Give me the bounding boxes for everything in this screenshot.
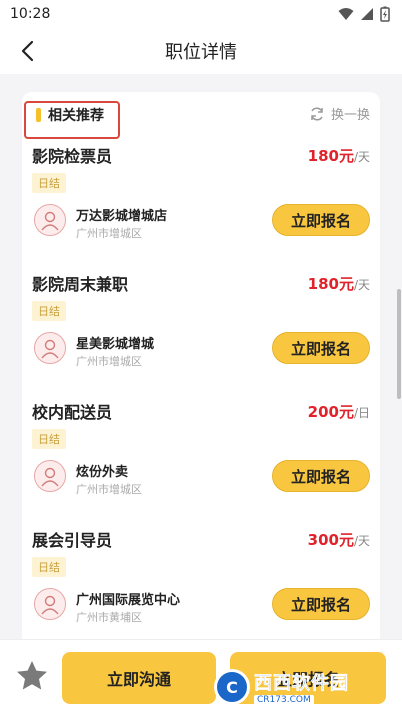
user-avatar-icon (34, 332, 66, 364)
company-location: 广州市增城区 (76, 227, 142, 240)
status-time: 10:28 (10, 6, 51, 22)
back-arrow-icon (21, 40, 34, 62)
pay-tag: 日结 (32, 173, 66, 193)
chat-button[interactable]: 立即沟通 (62, 652, 216, 704)
status-bar: 10:28 (0, 0, 402, 28)
signal-icon (361, 8, 373, 20)
star-icon (17, 661, 47, 690)
page-title: 职位详情 (165, 42, 237, 63)
watermark-brand: 西西软件园 (254, 673, 349, 695)
user-avatar-icon (34, 204, 66, 236)
pay-tag: 日结 (32, 429, 66, 449)
salary-unit: /天 (353, 150, 370, 164)
accent-bar (36, 108, 41, 122)
section-title: 相关推荐 (48, 108, 104, 124)
company-location: 广州市增城区 (76, 483, 142, 496)
scrollbar[interactable] (397, 289, 401, 399)
nav-bar: 职位详情 (0, 28, 402, 74)
refresh-button[interactable]: 换一换 (309, 104, 370, 123)
job-item[interactable]: 校内配送员 200元/日 日结 炫份外卖 广州市增城区 立即报名 (22, 399, 380, 527)
content-area: 相关推荐 换一换 影院检票员 180元/天 日结 万达影城增城店 广州市增城区 … (0, 74, 402, 639)
job-salary: 200元/日 (307, 403, 370, 421)
job-title: 影院检票员 (32, 147, 113, 166)
job-title: 影院周末兼职 (32, 275, 129, 294)
job-item[interactable]: 影院周末兼职 180元/天 日结 星美影城增城 广州市增城区 立即报名 (22, 271, 380, 399)
apply-button[interactable]: 立即报名 (272, 204, 370, 236)
salary-unit: /天 (353, 534, 370, 548)
company-name: 炫份外卖 (76, 465, 129, 480)
job-title: 展会引导员 (32, 531, 113, 550)
pay-tag: 日结 (32, 301, 66, 321)
job-item[interactable]: 影院检票员 180元/天 日结 万达影城增城店 广州市增城区 立即报名 (22, 143, 380, 271)
salary-unit: /日 (353, 406, 370, 420)
company-name: 广州国际展览中心 (76, 593, 181, 608)
recommend-card: 相关推荐 换一换 影院检票员 180元/天 日结 万达影城增城店 广州市增城区 … (22, 92, 380, 639)
pay-tag: 日结 (32, 557, 66, 577)
user-avatar-icon (34, 588, 66, 620)
back-button[interactable] (14, 38, 40, 64)
section-header: 相关推荐 换一换 (22, 92, 380, 139)
job-item[interactable]: 展会引导员 300元/天 日结 广州国际展览中心 广州市黄埔区 立即报名 (22, 527, 380, 639)
watermark-domain: CR173.COM (254, 695, 314, 705)
watermark: C 西西软件园 CR173.COM (214, 667, 384, 707)
apply-button[interactable]: 立即报名 (272, 460, 370, 492)
job-salary: 180元/天 (307, 147, 370, 165)
wifi-icon (338, 8, 354, 20)
apply-button[interactable]: 立即报名 (272, 588, 370, 620)
favorite-button[interactable] (14, 658, 50, 694)
job-salary: 180元/天 (307, 275, 370, 293)
company-name: 星美影城增城 (76, 337, 155, 352)
job-salary: 300元/天 (307, 531, 370, 549)
bottom-action-bar: 立即沟通 立即报名 C 西西软件园 CR173.COM (0, 639, 402, 715)
company-location: 广州市增城区 (76, 355, 142, 368)
refresh-icon (311, 106, 323, 121)
salary-unit: /天 (353, 278, 370, 292)
company-name: 万达影城增城店 (76, 209, 168, 224)
apply-button[interactable]: 立即报名 (272, 332, 370, 364)
job-title: 校内配送员 (32, 403, 113, 422)
refresh-label: 换一换 (330, 108, 370, 123)
battery-icon (380, 6, 390, 22)
watermark-text: 西西软件园 CR173.COM (254, 669, 349, 705)
watermark-logo-icon: C (214, 669, 250, 705)
status-icons (338, 6, 390, 22)
user-avatar-icon (34, 460, 66, 492)
company-location: 广州市黄埔区 (76, 611, 142, 624)
